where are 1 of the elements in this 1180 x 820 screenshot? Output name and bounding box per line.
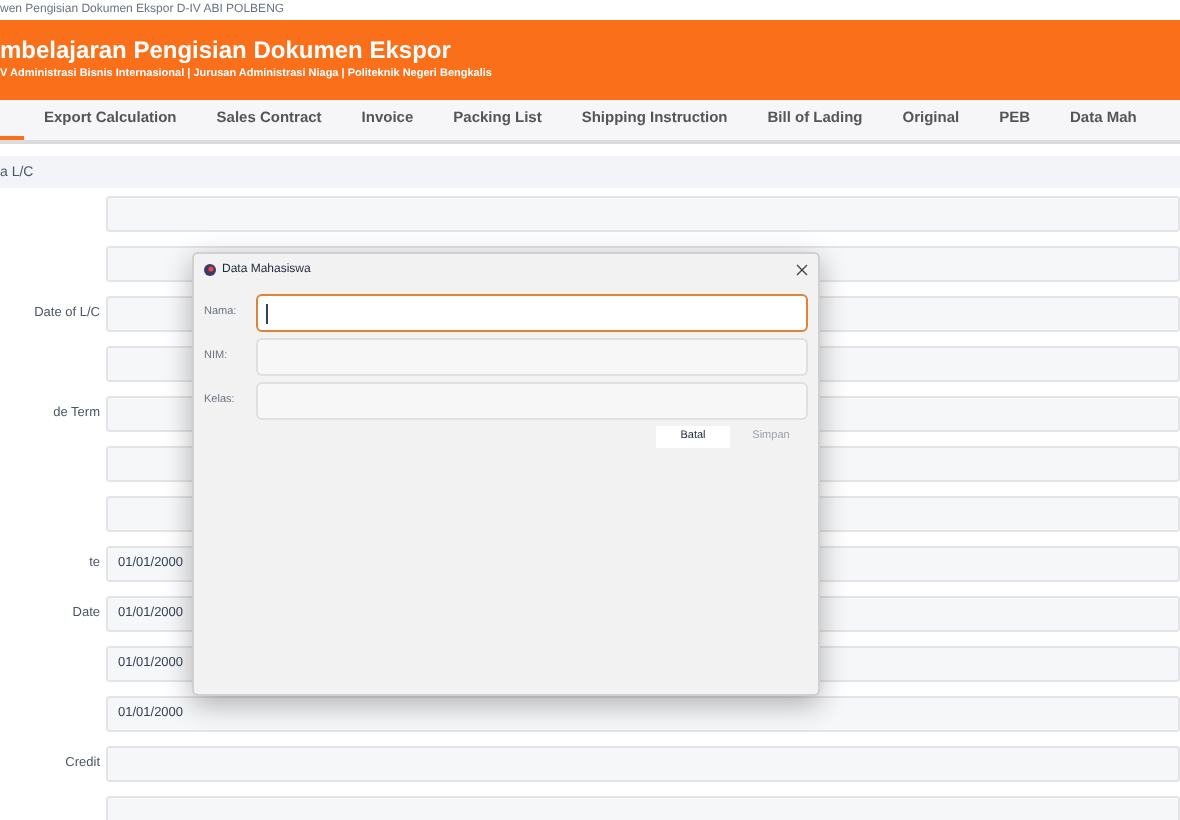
app-title: mbelajaran Pengisian Dokumen Ekspor — [0, 38, 453, 63]
